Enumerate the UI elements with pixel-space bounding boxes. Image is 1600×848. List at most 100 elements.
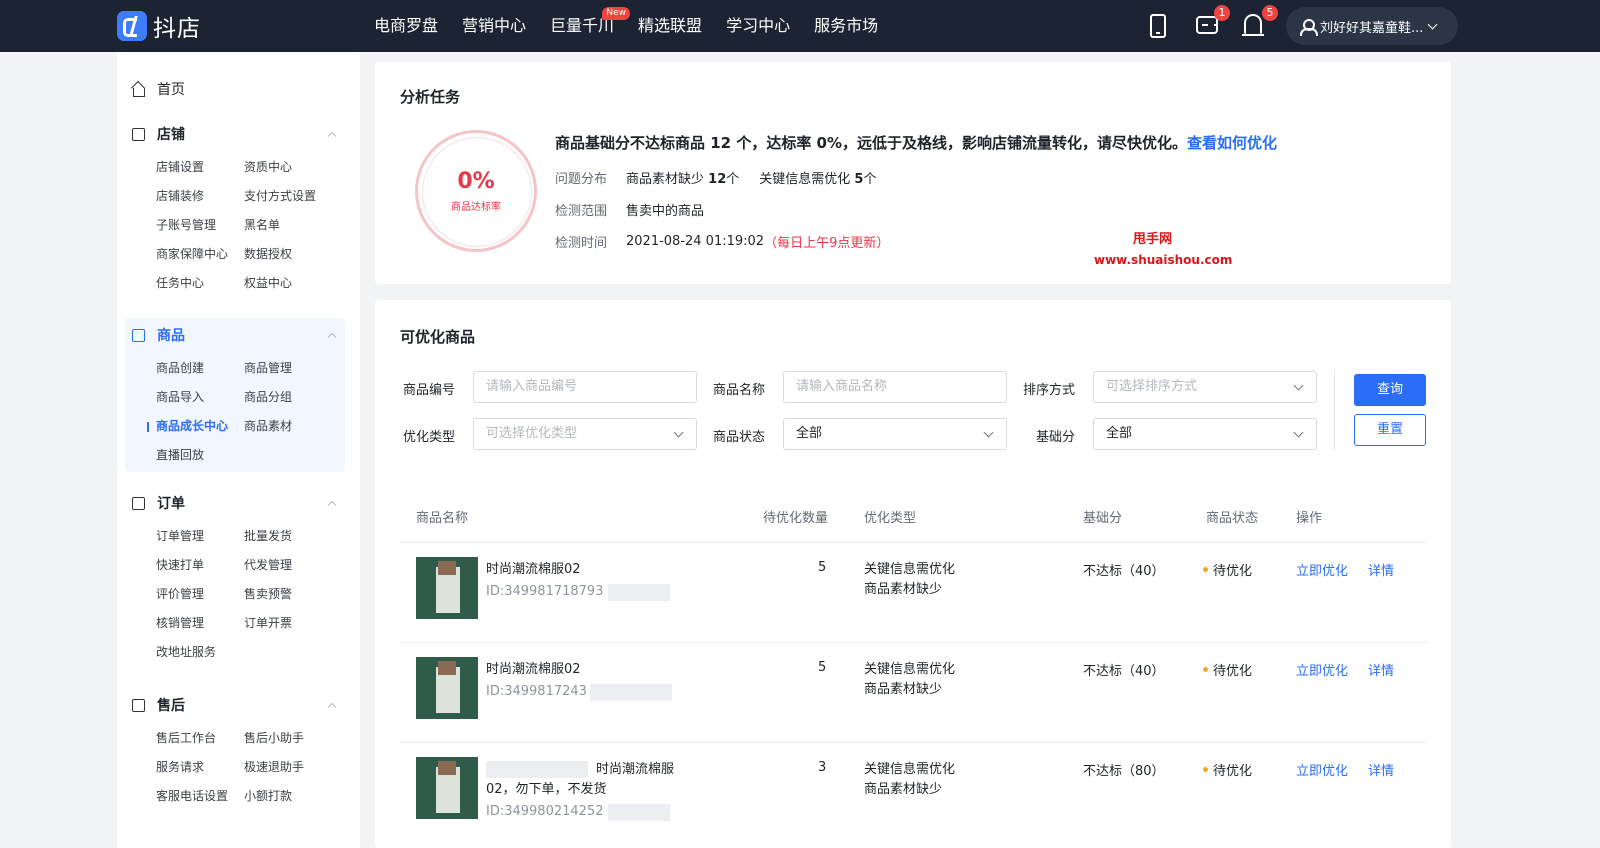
sort-select[interactable]: 可选择排序方式 <box>1093 371 1317 403</box>
reset-button[interactable]: 重置 <box>1354 414 1426 446</box>
issue-1-unit: 个 <box>726 172 740 187</box>
pass-rate-label: 商品达标率 <box>451 202 501 213</box>
status-dot <box>1203 667 1208 672</box>
nav-item-compass[interactable]: 电商罗盘 <box>374 0 438 52</box>
sidebar-item[interactable]: 商品素材 <box>244 412 332 441</box>
message-count-badge: 1 <box>1214 5 1230 21</box>
sidebar-group-head[interactable]: 商品 <box>125 324 345 346</box>
sidebar-group-orders: 订单 订单管理 批量发货 快速打单 代发管理 评价管理 售卖预警 核销管理 订单… <box>125 492 345 667</box>
sidebar-item[interactable]: 极速退助手 <box>244 753 332 782</box>
box-icon <box>132 698 145 712</box>
details-link[interactable]: 详情 <box>1368 760 1394 779</box>
user-menu[interactable]: 刘好好其嘉童鞋... <box>1286 7 1458 45</box>
message-icon[interactable] <box>1196 16 1218 34</box>
products-title: 可优化商品 <box>400 328 476 346</box>
product-name-line-2[interactable]: 02，勿下单，不发货 <box>486 780 607 800</box>
sidebar-item-home[interactable]: 首页 <box>131 79 185 99</box>
filter-label: 优化类型 <box>403 430 456 445</box>
order-icon <box>132 496 145 510</box>
column-header: 操作 <box>1296 511 1323 526</box>
product-name[interactable]: 时尚潮流棉服02 <box>486 660 581 680</box>
product-name[interactable]: 时尚潮流棉服02 <box>486 560 581 580</box>
sidebar-item[interactable]: 改地址服务 <box>156 638 244 667</box>
nav-item-service-market[interactable]: 服务市场 <box>814 0 878 52</box>
sidebar: 首页 店铺 店铺设置 资质中心 店铺装修 支付方式设置 子账号管理 黑名单 商家… <box>117 52 360 848</box>
sidebar-item[interactable]: 支付方式设置 <box>244 182 332 211</box>
sidebar-item[interactable]: 资质中心 <box>244 153 332 182</box>
status-text: 待优化 <box>1213 764 1253 779</box>
product-id-input[interactable]: 请输入商品编号 <box>473 371 697 403</box>
logo-text: 抖店 <box>153 16 201 42</box>
how-to-optimize-link[interactable]: 查看如何优化 <box>1187 134 1277 152</box>
query-button[interactable]: 查询 <box>1354 374 1426 406</box>
sidebar-item[interactable]: 商品创建 <box>156 354 244 383</box>
user-name: 刘好好其嘉童鞋... <box>1320 20 1424 36</box>
optimize-type-select[interactable]: 可选择优化类型 <box>473 418 697 450</box>
sidebar-item[interactable]: 客服电话设置 <box>156 782 244 811</box>
main-nav: 电商罗盘 营销中心 巨量千川 New 精选联盟 学习中心 服务市场 <box>374 0 902 52</box>
sidebar-item[interactable]: 售后工作台 <box>156 724 244 753</box>
sidebar-item[interactable]: 批量发货 <box>244 522 332 551</box>
base-score-value: 全部 <box>1106 426 1133 441</box>
redacted-block <box>608 584 670 601</box>
nav-item-qianchuan[interactable]: 巨量千川 New <box>550 0 631 52</box>
scope-value: 售卖中的商品 <box>626 204 705 219</box>
phone-icon[interactable] <box>1150 14 1166 38</box>
sidebar-item[interactable]: 商品分组 <box>244 383 332 412</box>
sidebar-item[interactable]: 评价管理 <box>156 580 244 609</box>
sidebar-item[interactable]: 售卖预警 <box>244 580 332 609</box>
product-name-input[interactable]: 请输入商品名称 <box>783 371 1007 403</box>
sidebar-item[interactable]: 数据授权 <box>244 240 332 269</box>
sidebar-item[interactable]: 订单开票 <box>244 609 332 638</box>
sidebar-item[interactable]: 售后小助手 <box>244 724 332 753</box>
product-name[interactable]: 时尚潮流棉服 <box>596 760 674 780</box>
base-score-select[interactable]: 全部 <box>1093 418 1317 450</box>
sidebar-item[interactable]: 服务请求 <box>156 753 244 782</box>
optimize-type: 关键信息需优化 商品素材缺少 <box>864 760 955 800</box>
bell-icon[interactable] <box>1242 14 1264 36</box>
redacted-block <box>590 684 672 701</box>
details-link[interactable]: 详情 <box>1368 560 1394 579</box>
sidebar-item[interactable]: 店铺装修 <box>156 182 244 211</box>
sidebar-item[interactable]: 商品管理 <box>244 354 332 383</box>
analysis-title: 分析任务 <box>400 88 461 106</box>
sidebar-item[interactable]: 直播回放 <box>156 441 244 470</box>
sidebar-item-growth-center[interactable]: 商品成长中心 <box>147 412 244 441</box>
sidebar-item[interactable]: 店铺设置 <box>156 153 244 182</box>
optimize-now-link[interactable]: 立即优化 <box>1296 560 1348 579</box>
status-dot <box>1203 567 1208 572</box>
sidebar-group-title: 售后 <box>157 698 185 714</box>
sidebar-item[interactable]: 小额打款 <box>244 782 332 811</box>
sidebar-group-head[interactable]: 订单 <box>125 492 345 514</box>
sidebar-group-aftersale: 售后 售后工作台 售后小助手 服务请求 极速退助手 客服电话设置 小额打款 <box>125 694 345 811</box>
nav-item-marketing[interactable]: 营销中心 <box>462 0 526 52</box>
chevron-down-icon <box>673 427 684 438</box>
sidebar-item[interactable]: 权益中心 <box>244 269 332 298</box>
chevron-up-icon <box>327 500 337 510</box>
sidebar-item[interactable]: 子账号管理 <box>156 211 244 240</box>
product-status-value: 全部 <box>796 426 823 441</box>
sidebar-item[interactable]: 快速打单 <box>156 551 244 580</box>
optimize-now-link[interactable]: 立即优化 <box>1296 660 1348 679</box>
nav-item-alliance[interactable]: 精选联盟 <box>638 0 702 52</box>
sidebar-item[interactable]: 核销管理 <box>156 609 244 638</box>
new-badge: New <box>602 7 631 20</box>
sidebar-item[interactable]: 订单管理 <box>156 522 244 551</box>
nav-item-learning[interactable]: 学习中心 <box>726 0 790 52</box>
sidebar-item[interactable]: 商品导入 <box>156 383 244 412</box>
sidebar-item[interactable]: 代发管理 <box>244 551 332 580</box>
sidebar-item[interactable]: 黑名单 <box>244 211 332 240</box>
sidebar-group-products: 商品 商品创建 商品管理 商品导入 商品分组 商品成长中心 商品素材 直播回放 <box>125 318 345 472</box>
issue-1: 商品素材缺少 12个 <box>626 168 739 187</box>
product-status-select[interactable]: 全部 <box>783 418 1007 450</box>
sidebar-item[interactable]: 商家保障中心 <box>156 240 244 269</box>
details-link[interactable]: 详情 <box>1368 660 1394 679</box>
optimize-type: 关键信息需优化 商品素材缺少 <box>864 560 955 600</box>
sidebar-item[interactable]: 任务中心 <box>156 269 244 298</box>
headline-text: 商品基础分不达标商品 12 个，达标率 0%，远低于及格线，影响店铺流量转化，请… <box>555 134 1188 152</box>
info-label: 检测时间 <box>555 236 608 251</box>
optimize-now-link[interactable]: 立即优化 <box>1296 760 1348 779</box>
sidebar-group-head[interactable]: 售后 <box>125 694 345 716</box>
logo[interactable]: 抖店 <box>117 10 201 42</box>
sidebar-group-head[interactable]: 店铺 <box>125 123 345 145</box>
